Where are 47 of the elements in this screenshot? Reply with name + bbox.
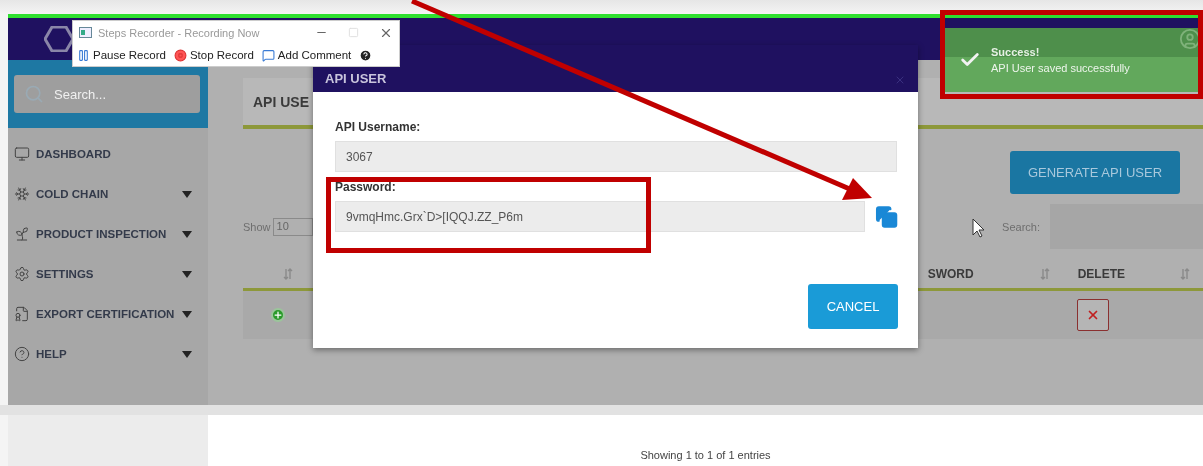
delete-button[interactable] bbox=[1077, 299, 1109, 331]
menu-icon bbox=[14, 346, 30, 362]
show-label: Show bbox=[243, 220, 271, 233]
stop-icon bbox=[173, 48, 187, 62]
field-label: API Username: bbox=[335, 120, 422, 134]
toolbar-button[interactable]: Stop Record bbox=[173, 48, 254, 62]
menu-item[interactable]: EXPORT CERTIFICATION bbox=[14, 294, 208, 334]
search-label: Search: bbox=[1002, 220, 1040, 233]
copy-icon[interactable] bbox=[874, 204, 898, 229]
comment-icon bbox=[261, 48, 275, 62]
pause-icon bbox=[77, 48, 90, 62]
generate-button[interactable]: GENERATE API USER bbox=[1010, 151, 1180, 194]
toolbar-button[interactable]: Pause Record bbox=[77, 48, 166, 62]
sort-icon[interactable] bbox=[283, 267, 293, 280]
menu-icon bbox=[14, 266, 30, 282]
menu-icon bbox=[14, 186, 30, 202]
cursor-icon bbox=[972, 218, 985, 238]
menu-item[interactable]: HELP bbox=[14, 334, 208, 374]
page-size-select[interactable]: 10 bbox=[272, 217, 313, 236]
table-info: Showing 1 to 1 of 1 entries bbox=[640, 449, 771, 461]
input-field[interactable]: 9vmqHmc.Grx`D>[IQQJ.ZZ_P6m bbox=[335, 201, 865, 232]
menu-item[interactable]: DASHBOARD bbox=[14, 134, 208, 174]
user-icon[interactable] bbox=[1179, 28, 1201, 50]
menu-icon bbox=[14, 226, 30, 242]
column-header[interactable]: SWORD bbox=[927, 266, 974, 281]
toast-title: Success! bbox=[991, 46, 1041, 58]
page-title: API USE bbox=[253, 93, 309, 110]
menu-item[interactable]: COLD CHAIN bbox=[14, 174, 208, 214]
field-label: Password: bbox=[335, 180, 397, 194]
menu-icon bbox=[14, 146, 30, 162]
help-icon[interactable] bbox=[359, 48, 373, 62]
menu-item[interactable]: PRODUCT INSPECTION bbox=[14, 214, 208, 254]
menu-icon bbox=[14, 306, 30, 322]
modal-title: API USER bbox=[325, 71, 387, 86]
input-field[interactable]: 3067 bbox=[335, 141, 897, 172]
toolbar-button[interactable]: Add Comment bbox=[261, 48, 352, 62]
sort-icon[interactable] bbox=[1039, 267, 1050, 280]
cancel-button[interactable]: CANCEL bbox=[808, 284, 898, 329]
menu-item[interactable]: SETTINGS bbox=[14, 254, 208, 294]
expand-row-icon[interactable] bbox=[271, 308, 285, 322]
close-icon bbox=[1086, 308, 1100, 322]
sort-icon[interactable] bbox=[1180, 267, 1190, 280]
logo-icon bbox=[44, 26, 74, 52]
window-title: Steps Recorder - Recording Now bbox=[98, 26, 261, 39]
app-icon bbox=[79, 27, 92, 38]
column-header[interactable]: DELETE bbox=[1077, 266, 1125, 281]
toast-message: API User saved successfully bbox=[991, 62, 1130, 74]
